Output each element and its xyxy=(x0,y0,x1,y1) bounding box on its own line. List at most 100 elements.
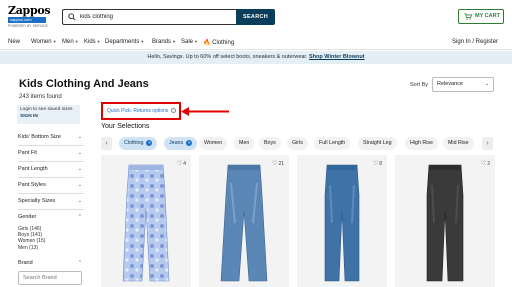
chip-men[interactable]: Men xyxy=(234,137,255,150)
login-text: Login to see saved sizes xyxy=(20,107,73,112)
remove-icon[interactable]: × xyxy=(186,139,193,146)
nav-label: New xyxy=(8,39,21,45)
logo-wordmark: Zappos xyxy=(8,4,51,17)
nav-item-clothing[interactable]: 🔥 Clothing xyxy=(203,39,234,46)
filter-specialty-sizes[interactable]: Specialty Sizes ⌄ xyxy=(18,196,84,210)
nav-item-departments[interactable]: Departments▼ xyxy=(105,39,144,45)
main-nav: New Women▼ Men▼ Kids▼ Departments▼ Brand… xyxy=(0,36,512,50)
your-selections-heading: Your Selections xyxy=(101,123,150,130)
cart-label: MY CART xyxy=(475,13,500,19)
favorite-button[interactable]: ♡21 xyxy=(272,160,284,167)
chevron-down-icon: ▼ xyxy=(96,39,101,44)
promo-text: Hello, Savings. Up to 60% off select boo… xyxy=(147,54,308,60)
chip-label: Women xyxy=(204,140,223,146)
chevron-down-icon: ⌄ xyxy=(77,198,82,204)
chevron-down-icon: ▼ xyxy=(74,39,79,44)
favorite-button[interactable]: ♡2 xyxy=(481,160,490,167)
nav-item-sale[interactable]: Sale▼ xyxy=(181,39,198,45)
sort-select[interactable]: Relevance ⌄ xyxy=(432,77,494,92)
filter-pant-styles[interactable]: Pant Styles ⌄ xyxy=(18,180,84,194)
nav-item-kids[interactable]: Kids▼ xyxy=(84,39,101,45)
product-card[interactable]: ♡21 xyxy=(199,155,289,287)
login-prompt: Login to see saved sizes SIGN IN xyxy=(17,105,80,124)
filter-label: Specialty Sizes xyxy=(18,198,56,204)
sort-label: Sort By xyxy=(410,82,429,88)
nav-label: Women xyxy=(31,39,52,45)
my-cart-button[interactable]: MY CART xyxy=(458,9,504,24)
heart-icon: ♡ xyxy=(372,161,379,167)
filter-brand[interactable]: Brand ⌃ xyxy=(18,258,84,272)
product-card[interactable]: ♡4 xyxy=(101,155,191,287)
chip-label: Girls xyxy=(292,140,303,146)
product-image xyxy=(122,164,170,282)
chip-label: Clothing xyxy=(124,140,144,146)
favorite-button[interactable]: ♡8 xyxy=(373,160,382,167)
filter-label: Kids' Bottom Size xyxy=(18,134,61,140)
nav-label: Clothing xyxy=(212,40,235,46)
gender-option-men[interactable]: Men (13) xyxy=(18,245,45,251)
favorite-count: 2 xyxy=(487,161,490,167)
annotation-arrow xyxy=(181,107,229,116)
chip-jeans[interactable]: Jeans × xyxy=(164,137,198,150)
filter-chips: ‹ Clothing × Jeans × Women Men Boys Girls … xyxy=(101,137,495,151)
chip-full-length[interactable]: Full Length xyxy=(314,137,351,150)
filter-label: Gender xyxy=(18,214,37,220)
chip-label: Straight Leg xyxy=(363,140,392,146)
chip-high-rise[interactable]: High Rise xyxy=(405,137,438,150)
chip-clothing[interactable]: Clothing × xyxy=(119,137,158,150)
chevron-left-icon[interactable]: ‹ xyxy=(101,137,112,150)
chevron-down-icon: ⌄ xyxy=(77,134,82,140)
item-count: 243 items found xyxy=(19,94,62,100)
chip-women[interactable]: Women xyxy=(199,137,228,150)
cart-icon xyxy=(464,13,472,20)
nav-item-new[interactable]: New xyxy=(8,39,20,45)
chip-label: High Rise xyxy=(410,140,433,146)
search-input[interactable] xyxy=(80,12,230,22)
info-icon xyxy=(171,108,177,114)
chevron-down-icon: ⌄ xyxy=(484,81,489,87)
zappos-logo[interactable]: Zappos zappos.com POWERED BY SERVICE xyxy=(8,4,54,28)
favorite-count: 4 xyxy=(183,161,186,167)
filter-gender[interactable]: Gender ⌃ xyxy=(18,212,84,226)
chip-straight-leg[interactable]: Straight Leg xyxy=(358,137,397,150)
chip-mid-rise[interactable]: Mid Rise xyxy=(443,137,474,150)
sort-value: Relevance xyxy=(437,81,463,87)
nav-label: Brands xyxy=(152,39,172,45)
chip-label: Boys xyxy=(264,140,276,146)
chip-label: Men xyxy=(239,140,250,146)
product-image xyxy=(324,164,360,282)
promo-banner: Hello, Savings. Up to 60% off select boo… xyxy=(0,51,512,64)
chevron-right-icon[interactable]: › xyxy=(482,137,493,150)
search-button[interactable]: SEARCH xyxy=(236,9,275,25)
filter-pant-length[interactable]: Pant Length ⌄ xyxy=(18,164,84,178)
sign-in-register-link[interactable]: Sign In / Register xyxy=(452,39,498,45)
product-card[interactable]: ♡2 xyxy=(395,155,495,287)
nav-item-women[interactable]: Women▼ xyxy=(31,39,57,45)
nav-item-brands[interactable]: Brands▼ xyxy=(152,39,176,45)
chevron-up-icon: ⌃ xyxy=(77,214,82,220)
sign-in-link[interactable]: SIGN IN xyxy=(20,114,77,121)
chevron-down-icon: ▼ xyxy=(140,39,145,44)
logo-bar: zappos.com xyxy=(8,17,46,23)
heart-icon: ♡ xyxy=(480,161,487,167)
filter-label: Brand xyxy=(18,260,33,266)
nav-item-men[interactable]: Men▼ xyxy=(62,39,79,45)
page-title: Kids Clothing And Jeans xyxy=(19,78,149,90)
search-icon xyxy=(68,13,76,21)
search-box[interactable] xyxy=(62,9,236,25)
favorite-button[interactable]: ♡4 xyxy=(177,160,186,167)
chip-girls[interactable]: Girls xyxy=(287,137,308,150)
favorite-count: 8 xyxy=(379,161,382,167)
gender-option-women[interactable]: Women (15) xyxy=(18,238,45,244)
filter-kids-bottom-size[interactable]: Kids' Bottom Size ⌄ xyxy=(18,132,84,146)
product-card[interactable]: ♡8 xyxy=(297,155,387,287)
quick-pick-returns[interactable]: Quick Pick: Returns options xyxy=(101,102,181,120)
heart-icon: ♡ xyxy=(176,161,183,167)
chip-boys[interactable]: Boys xyxy=(259,137,281,150)
filter-pant-fit[interactable]: Pant Fit ⌄ xyxy=(18,148,84,162)
filter-label: Pant Styles xyxy=(18,182,46,188)
promo-link[interactable]: Shop Winter Blowout xyxy=(309,54,365,60)
favorite-count: 21 xyxy=(278,161,284,167)
remove-icon[interactable]: × xyxy=(146,139,153,146)
brand-search-input[interactable]: Search Brand xyxy=(18,271,82,285)
